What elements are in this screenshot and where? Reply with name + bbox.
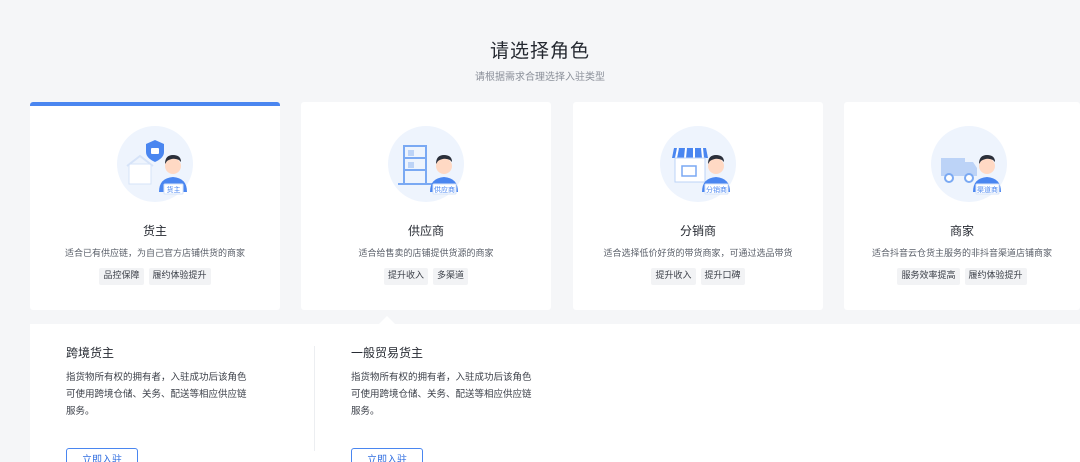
role-desc: 适合已有供应链，为自己官方店铺供货的商家: [64, 249, 245, 259]
role-tag: 履约体验提升: [964, 268, 1027, 285]
role-desc: 适合选择低价好货的带货商家，可通过选品带货: [603, 249, 793, 259]
storefront-icon: 分销商: [660, 126, 736, 202]
sub-role-desc-line: 指货物所有权的拥有者，入驻成功后该角色: [66, 372, 247, 383]
sub-role-cross-border: 跨境货主 指货物所有权的拥有者，入驻成功后该角色 可使用跨境仓储、关务、配送等相…: [66, 344, 296, 462]
enter-button[interactable]: 立即入驻: [351, 448, 423, 462]
role-desc: 适合给售卖的店铺提供货源的商家: [358, 249, 494, 259]
sub-role-desc-line: 可使用跨境仓储、关务、配送等相应供应链: [66, 389, 247, 400]
shield-icon: 货主: [117, 126, 193, 202]
role-badge: 分销商: [706, 185, 727, 194]
role-name: 货主: [142, 224, 167, 238]
role-tag: 品控保障: [99, 268, 144, 285]
role-tag: 多渠道: [433, 268, 469, 285]
truck-icon: 渠道商: [931, 126, 1007, 202]
sub-role-title: 跨境货主: [66, 346, 115, 360]
role-tag: 履约体验提升: [148, 268, 211, 285]
page-subtitle: 请根据需求合理选择入驻类型: [475, 72, 605, 83]
role-name: 商家: [949, 224, 974, 238]
sub-role-general-trade: 一般贸易货主 指货物所有权的拥有者，入驻成功后该角色 可使用跨境仓储、关务、配送…: [351, 344, 581, 462]
role-card-supplier[interactable]: 供应商 供应商 适合给售卖的店铺提供货源的商家 提升收入 多渠道: [301, 102, 551, 310]
role-tag: 提升收入: [383, 268, 428, 285]
page-title: 请选择角色: [489, 40, 590, 62]
warehouse-icon: 供应商: [388, 126, 464, 202]
enter-button[interactable]: 立即入驻: [66, 448, 138, 462]
role-badge: 供应商: [434, 185, 455, 194]
role-card-merchant[interactable]: 渠道商 商家 适合抖音云仓货主服务的非抖音渠道店铺商家 服务效率提高 履约体验提…: [844, 102, 1080, 310]
sub-role-desc: 指货物所有权的拥有者，入驻成功后该角色 可使用跨境仓储、关务、配送等相应供应链 …: [351, 369, 581, 420]
role-badge: 货主: [167, 185, 181, 194]
role-badge: 渠道商: [977, 185, 998, 194]
role-name: 供应商: [407, 224, 444, 238]
role-tag: 服务效率提高: [897, 268, 960, 285]
sub-role-desc-line: 服务。: [66, 406, 95, 417]
role-name: 分销商: [679, 224, 716, 238]
sub-role-desc-line: 服务。: [351, 406, 380, 417]
sub-role-desc-line: 可使用跨境仓储、关务、配送等相应供应链: [351, 389, 532, 400]
role-tag: 提升口碑: [700, 268, 745, 285]
role-card-owner[interactable]: 货主 货主 适合已有供应链，为自己官方店铺供货的商家 品控保障 履约体验提升: [30, 102, 280, 310]
role-tag: 提升收入: [651, 268, 696, 285]
sub-role-desc-line: 指货物所有权的拥有者，入驻成功后该角色: [351, 372, 532, 383]
divider: [314, 346, 315, 451]
role-card-distributor[interactable]: 分销商 分销商 适合选择低价好货的带货商家，可通过选品带货 提升收入 提升口碑: [573, 102, 823, 310]
sub-role-title: 一般贸易货主: [351, 346, 424, 360]
sub-role-desc: 指货物所有权的拥有者，入驻成功后该角色 可使用跨境仓储、关务、配送等相应供应链 …: [66, 369, 296, 420]
sub-role-panel: 跨境货主 指货物所有权的拥有者，入驻成功后该角色 可使用跨境仓储、关务、配送等相…: [30, 324, 1080, 462]
role-desc: 适合抖音云仓货主服务的非抖音渠道店铺商家: [871, 249, 1052, 259]
